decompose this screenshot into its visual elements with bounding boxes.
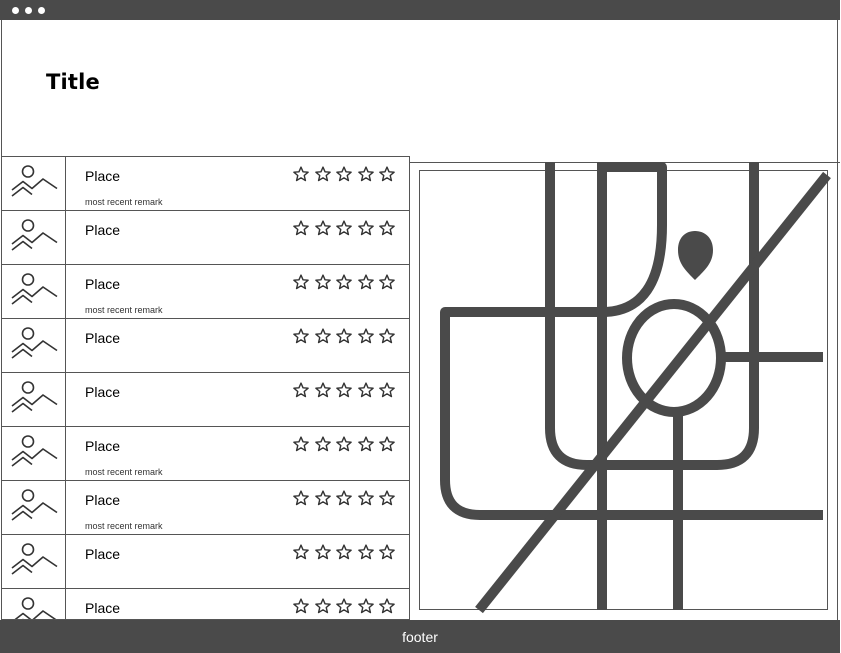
star-icon[interactable] bbox=[292, 381, 310, 399]
star-icon[interactable] bbox=[292, 597, 310, 615]
window-minimize-control[interactable] bbox=[25, 7, 32, 14]
list-item[interactable]: Place most recent remark bbox=[2, 481, 409, 535]
star-rating[interactable] bbox=[292, 489, 396, 507]
footer-text: footer bbox=[402, 628, 438, 645]
list-item[interactable]: Place bbox=[2, 589, 409, 619]
star-icon[interactable] bbox=[357, 165, 375, 183]
star-icon[interactable] bbox=[335, 327, 353, 345]
star-icon[interactable] bbox=[335, 543, 353, 561]
place-list[interactable]: Place most recent remark Place Place most re… bbox=[1, 156, 410, 620]
star-icon[interactable] bbox=[378, 543, 396, 561]
star-icon[interactable] bbox=[314, 543, 332, 561]
star-icon[interactable] bbox=[357, 543, 375, 561]
place-name: Place bbox=[85, 168, 121, 184]
star-icon[interactable] bbox=[357, 381, 375, 399]
list-item[interactable]: Place most recent remark bbox=[2, 427, 409, 481]
place-name: Place bbox=[85, 222, 121, 238]
place-remark: most recent remark bbox=[85, 305, 163, 315]
list-item[interactable]: Place bbox=[2, 373, 409, 427]
location-pin-icon[interactable] bbox=[677, 230, 713, 280]
star-icon[interactable] bbox=[335, 489, 353, 507]
star-icon[interactable] bbox=[292, 435, 310, 453]
star-icon[interactable] bbox=[378, 165, 396, 183]
star-icon[interactable] bbox=[357, 435, 375, 453]
star-rating[interactable] bbox=[292, 327, 396, 345]
star-icon[interactable] bbox=[314, 381, 332, 399]
list-item[interactable]: Place bbox=[2, 319, 409, 373]
star-rating[interactable] bbox=[292, 165, 396, 183]
star-icon[interactable] bbox=[378, 327, 396, 345]
star-icon[interactable] bbox=[357, 597, 375, 615]
map-placeholder-icon bbox=[439, 161, 831, 613]
image-placeholder-icon bbox=[2, 589, 66, 619]
place-name: Place bbox=[85, 438, 121, 454]
star-icon[interactable] bbox=[378, 273, 396, 291]
list-item[interactable]: Place bbox=[2, 211, 409, 265]
star-rating[interactable] bbox=[292, 381, 396, 399]
star-icon[interactable] bbox=[378, 219, 396, 237]
place-name: Place bbox=[85, 492, 121, 508]
star-icon[interactable] bbox=[335, 219, 353, 237]
place-name: Place bbox=[85, 600, 121, 616]
star-icon[interactable] bbox=[314, 489, 332, 507]
place-name: Place bbox=[85, 276, 121, 292]
place-name: Place bbox=[85, 330, 121, 346]
list-item[interactable]: Place most recent remark bbox=[2, 157, 409, 211]
star-icon[interactable] bbox=[357, 273, 375, 291]
star-rating[interactable] bbox=[292, 219, 396, 237]
footer: footer bbox=[0, 620, 840, 653]
star-icon[interactable] bbox=[335, 273, 353, 291]
star-icon[interactable] bbox=[292, 165, 310, 183]
star-icon[interactable] bbox=[357, 489, 375, 507]
star-rating[interactable] bbox=[292, 435, 396, 453]
list-item[interactable]: Place most recent remark bbox=[2, 265, 409, 319]
star-icon[interactable] bbox=[357, 327, 375, 345]
place-name: Place bbox=[85, 546, 121, 562]
page-title: Title bbox=[46, 70, 101, 94]
list-item[interactable]: Place bbox=[2, 535, 409, 589]
star-icon[interactable] bbox=[292, 489, 310, 507]
star-icon[interactable] bbox=[314, 327, 332, 345]
star-icon[interactable] bbox=[378, 597, 396, 615]
star-icon[interactable] bbox=[292, 543, 310, 561]
image-placeholder-icon bbox=[2, 481, 66, 534]
star-icon[interactable] bbox=[378, 489, 396, 507]
star-rating[interactable] bbox=[292, 543, 396, 561]
window-close-control[interactable] bbox=[12, 7, 19, 14]
star-icon[interactable] bbox=[314, 597, 332, 615]
image-placeholder-icon bbox=[2, 265, 66, 318]
star-icon[interactable] bbox=[335, 597, 353, 615]
star-icon[interactable] bbox=[335, 435, 353, 453]
image-placeholder-icon bbox=[2, 535, 66, 588]
star-icon[interactable] bbox=[357, 219, 375, 237]
image-placeholder-icon bbox=[2, 211, 66, 264]
star-icon[interactable] bbox=[335, 165, 353, 183]
star-icon[interactable] bbox=[378, 381, 396, 399]
star-rating[interactable] bbox=[292, 597, 396, 615]
place-remark: most recent remark bbox=[85, 467, 163, 477]
place-remark: most recent remark bbox=[85, 521, 163, 531]
star-icon[interactable] bbox=[314, 219, 332, 237]
image-placeholder-icon bbox=[2, 373, 66, 426]
star-rating[interactable] bbox=[292, 273, 396, 291]
star-icon[interactable] bbox=[314, 273, 332, 291]
place-remark: most recent remark bbox=[85, 197, 163, 207]
star-icon[interactable] bbox=[314, 435, 332, 453]
star-icon[interactable] bbox=[335, 381, 353, 399]
window-maximize-control[interactable] bbox=[38, 7, 45, 14]
star-icon[interactable] bbox=[314, 165, 332, 183]
image-placeholder-icon bbox=[2, 427, 66, 480]
map-view[interactable] bbox=[419, 161, 831, 613]
image-placeholder-icon bbox=[2, 157, 66, 210]
place-name: Place bbox=[85, 384, 121, 400]
image-placeholder-icon bbox=[2, 319, 66, 372]
star-icon[interactable] bbox=[292, 273, 310, 291]
star-icon[interactable] bbox=[378, 435, 396, 453]
map-road-diagonal bbox=[474, 171, 831, 613]
star-icon[interactable] bbox=[292, 219, 310, 237]
window-title-bar bbox=[0, 0, 840, 20]
star-icon[interactable] bbox=[292, 327, 310, 345]
